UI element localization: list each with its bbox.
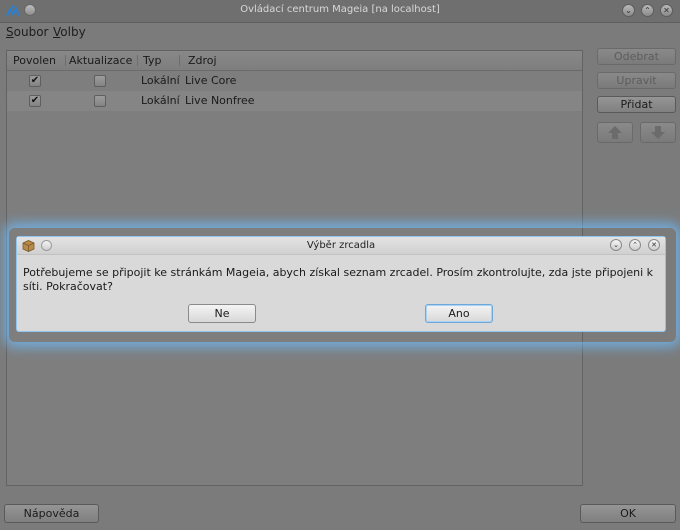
header-separator xyxy=(65,55,66,66)
enabled-checkbox[interactable]: ✔ xyxy=(29,95,41,107)
edit-button[interactable]: Upravit xyxy=(597,72,676,89)
table-row[interactable]: ✔ Lokální Live Nonfree xyxy=(7,91,582,111)
column-header-type[interactable]: Typ xyxy=(143,54,162,67)
menubar: Soubor Volby xyxy=(0,22,680,42)
help-button[interactable]: Nápověda xyxy=(4,504,99,523)
dialog-title: Výběr zrcadla xyxy=(306,240,376,251)
source-cell: Live Core xyxy=(185,74,237,87)
enabled-checkbox[interactable]: ✔ xyxy=(29,75,41,87)
dialog-close-icon[interactable]: ✕ xyxy=(648,239,660,251)
column-header-enabled[interactable]: Povolen xyxy=(13,54,56,67)
dialog-message: Potřebujeme se připojit ke stránkám Mage… xyxy=(23,266,654,293)
dialog-titlebar: Výběr zrcadla ⌄ ⌃ ✕ xyxy=(17,237,665,255)
header-separator xyxy=(137,55,138,66)
type-cell: Lokální xyxy=(141,74,180,87)
header-separator xyxy=(179,55,180,66)
minimize-icon[interactable]: ⌄ xyxy=(622,4,635,17)
menu-soubor-label: oubor xyxy=(13,25,49,39)
column-header-update[interactable]: Aktualizace xyxy=(69,54,132,67)
update-checkbox[interactable] xyxy=(94,75,106,87)
menu-soubor-mnemonic: S xyxy=(6,25,14,39)
remove-button[interactable]: Odebrat xyxy=(597,48,676,65)
arrow-up-icon xyxy=(608,126,622,139)
move-down-button[interactable] xyxy=(640,122,676,143)
update-checkbox[interactable] xyxy=(94,95,106,107)
yes-button[interactable]: Ano xyxy=(425,304,493,323)
close-icon[interactable]: ✕ xyxy=(660,4,673,17)
ok-button[interactable]: OK xyxy=(580,504,676,523)
window-title: Ovládací centrum Mageia [na localhost] xyxy=(240,4,440,15)
no-button[interactable]: Ne xyxy=(188,304,256,323)
type-cell: Lokální xyxy=(141,94,180,107)
arrow-down-icon xyxy=(651,126,665,139)
maximize-icon[interactable]: ⌃ xyxy=(641,4,654,17)
add-button[interactable]: Přidat xyxy=(597,96,676,113)
source-cell: Live Nonfree xyxy=(185,94,255,107)
dialog-minimize-icon[interactable]: ⌄ xyxy=(610,239,622,251)
menu-soubor[interactable]: Soubor xyxy=(6,25,48,39)
table-row[interactable]: ✔ Lokální Live Core xyxy=(7,71,582,91)
menu-volby[interactable]: Volby xyxy=(53,25,86,39)
window-titlebar: Ovládací centrum Mageia [na localhost] ⌄… xyxy=(0,0,680,23)
column-header-source[interactable]: Zdroj xyxy=(188,54,217,67)
move-up-button[interactable] xyxy=(597,122,633,143)
dialog-maximize-icon[interactable]: ⌃ xyxy=(629,239,641,251)
mirror-selection-dialog: Výběr zrcadla ⌄ ⌃ ✕ Potřebujeme se připo… xyxy=(16,236,666,332)
table-header: Povolen Aktualizace Typ Zdroj xyxy=(7,51,582,71)
menu-volby-label: olby xyxy=(60,25,86,39)
